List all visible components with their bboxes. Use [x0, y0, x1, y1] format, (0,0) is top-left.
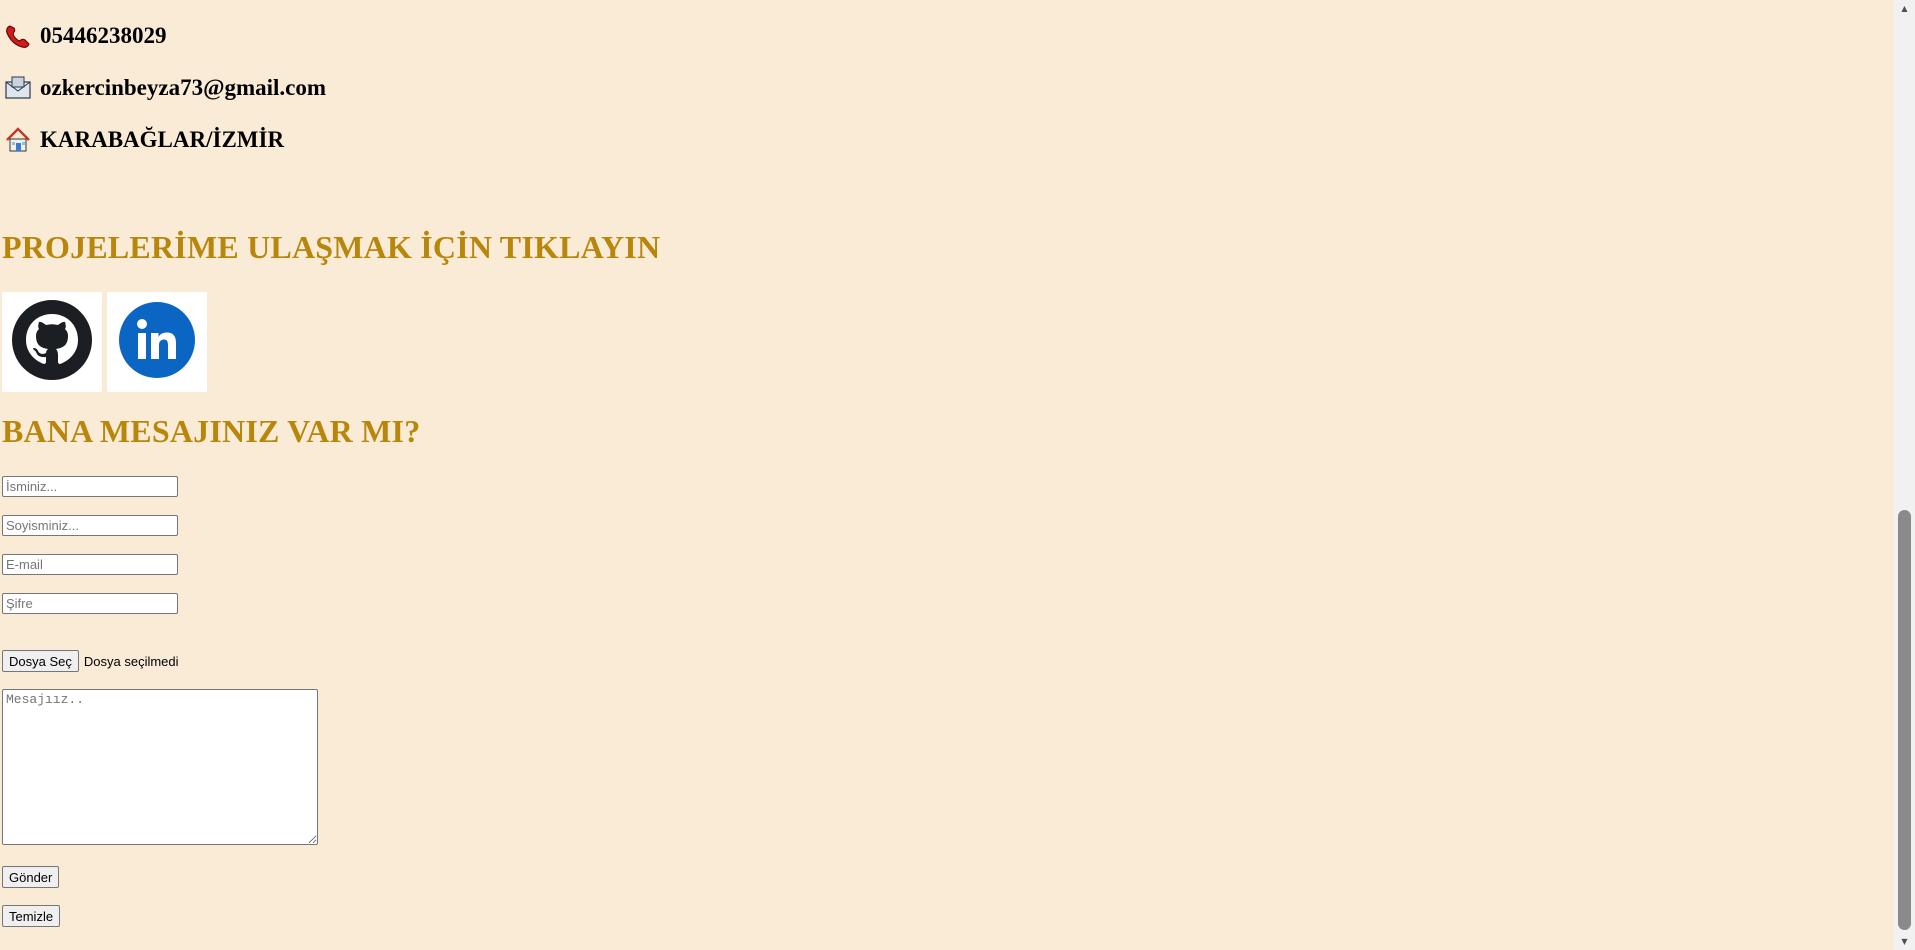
phone-number: 05446238029	[40, 23, 167, 48]
choose-file-button[interactable]: Dosya Seç	[2, 650, 79, 672]
address-contact: KARABAĞLAR/İZMİR	[4, 126, 284, 154]
vertical-scrollbar[interactable]: ▲ ▼	[1894, 0, 1915, 950]
page-content: 05446238029 ozkercinbeyza73@gmail.com KA…	[0, 0, 1894, 945]
email-address: ozkercinbeyza73@gmail.com	[40, 75, 327, 100]
message-textarea[interactable]	[2, 689, 318, 845]
email-input[interactable]	[2, 554, 178, 575]
linkedin-icon	[117, 300, 197, 385]
telephone-icon	[4, 22, 32, 50]
file-upload: Dosya Seç Dosya seçilmedi	[2, 650, 179, 672]
submit-button[interactable]: Gönder	[2, 866, 60, 888]
social-links	[2, 292, 207, 392]
projects-heading: PROJELERİME ULAŞMAK İÇİN TIKLAYIN	[2, 229, 661, 265]
github-link[interactable]	[2, 292, 102, 392]
linkedin-link[interactable]	[107, 292, 207, 392]
surname-input[interactable]	[2, 515, 178, 536]
house-icon	[4, 126, 32, 154]
envelope-icon	[4, 74, 32, 102]
scroll-up-icon[interactable]: ▲	[1894, 0, 1915, 17]
scroll-thumb[interactable]	[1898, 510, 1911, 930]
github-icon	[12, 299, 92, 385]
scroll-down-icon[interactable]: ▼	[1894, 933, 1915, 950]
address-text: KARABAĞLAR/İZMİR	[40, 127, 285, 152]
phone-contact: 05446238029	[4, 22, 167, 50]
message-heading: BANA MESAJINIZ VAR MI?	[2, 413, 421, 449]
email-contact: ozkercinbeyza73@gmail.com	[4, 74, 326, 102]
password-input[interactable]	[2, 593, 178, 614]
name-input[interactable]	[2, 476, 178, 497]
reset-button[interactable]: Temizle	[2, 905, 61, 927]
file-status: Dosya seçilmedi	[83, 653, 179, 669]
